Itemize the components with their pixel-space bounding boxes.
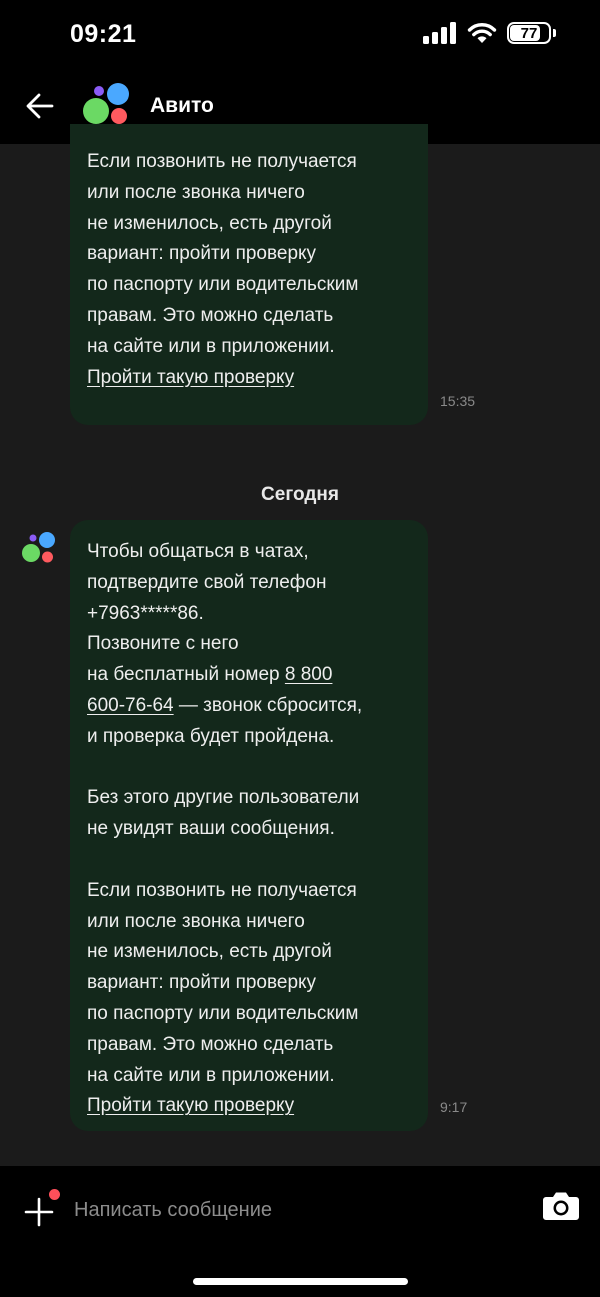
avito-logo-icon	[83, 83, 129, 124]
camera-icon	[543, 1192, 579, 1220]
message-line: вариант: пройти проверку	[87, 972, 317, 994]
chat-title: Авито	[150, 94, 214, 117]
phone-number-link[interactable]: 600-76-64	[87, 695, 174, 716]
message-line: правам. Это можно сделать	[87, 304, 334, 326]
attach-button[interactable]	[24, 1189, 64, 1232]
message-line: Если позвонить не получается	[87, 151, 357, 172]
date-separator: Сегодня	[261, 484, 339, 505]
battery-indicator: 77	[507, 22, 551, 44]
message-list[interactable]: Если позвонить не получается или после з…	[0, 124, 600, 1166]
status-icons: 77	[423, 22, 556, 44]
arrow-left-icon	[26, 93, 54, 119]
message-line: не изменилось, есть другой	[87, 212, 332, 234]
number-suffix: — звонок сбросится,	[173, 694, 363, 716]
plus-icon	[24, 1197, 54, 1227]
battery-level: 77	[520, 24, 538, 42]
message-line: на бесплатный номер 8 800	[87, 660, 418, 691]
wifi-icon	[467, 23, 497, 43]
message-line: по паспорту или водительским	[87, 274, 359, 296]
battery-cap	[553, 29, 556, 37]
message-line: вариант: пройти проверку	[87, 243, 317, 265]
message-line: правам. Это можно сделать	[87, 1033, 334, 1055]
message-line: подтвердите свой телефон	[87, 571, 327, 593]
message-bubble: Чтобы общаться в чатах, подтвердите свой…	[70, 520, 428, 1131]
message-line: Позвоните с него	[87, 633, 239, 655]
verification-link[interactable]: Пройти такую проверку	[87, 1095, 294, 1116]
message-input[interactable]	[74, 1192, 514, 1228]
message-composer	[0, 1166, 600, 1297]
message-line: Чтобы общаться в чатах,	[87, 541, 309, 562]
back-button[interactable]	[22, 88, 58, 124]
status-time: 09:21	[70, 20, 137, 48]
message-line: +7963*****86.	[87, 602, 204, 624]
cellular-signal-icon	[423, 22, 456, 44]
message-line: или после звонка ничего	[87, 910, 305, 932]
message-line: на сайте или в приложении.	[87, 1064, 335, 1086]
message-line: или после звонка ничего	[87, 181, 305, 203]
message-line: на сайте или в приложении.	[87, 335, 335, 357]
home-indicator	[193, 1278, 408, 1285]
message-line: 600-76-64 — звонок сбросится,	[87, 691, 418, 722]
message-bubble: Если позвонить не получается или после з…	[70, 124, 428, 425]
number-prefix: на бесплатный номер	[87, 664, 285, 686]
message-line: Без этого другие пользователи	[87, 787, 360, 809]
phone-number-link[interactable]: 8 800	[285, 664, 333, 685]
message-line: Если позвонить не получается	[87, 879, 357, 901]
message-line: не увидят ваши сообщения.	[87, 818, 335, 840]
message-line: не изменилось, есть другой	[87, 941, 332, 963]
verification-link[interactable]: Пройти такую проверку	[87, 367, 294, 388]
avito-avatar-icon	[22, 532, 55, 563]
message-time: 15:35	[440, 393, 476, 409]
message-time: 9:17	[440, 1099, 468, 1115]
message-line: по паспорту или водительским	[87, 1002, 359, 1024]
chat-screen: 09:21 77 Авито Если позвонить не получае…	[0, 0, 600, 1297]
status-bar: 09:21 77	[0, 0, 600, 72]
notification-dot	[49, 1189, 60, 1200]
camera-button[interactable]	[542, 1191, 580, 1225]
message-line: и проверка будет пройдена.	[87, 725, 335, 747]
